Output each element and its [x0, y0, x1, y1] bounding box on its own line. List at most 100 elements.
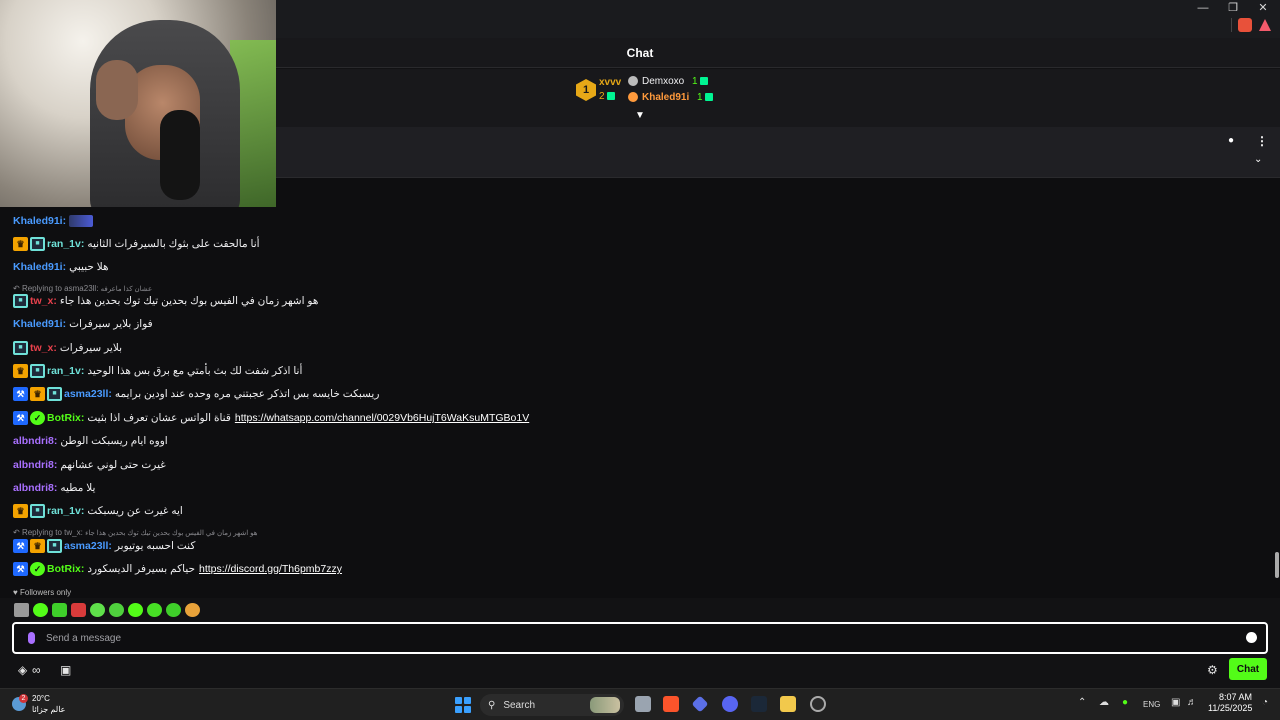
brave-browser-icon[interactable] [663, 696, 679, 712]
reply-context[interactable]: ↶ Replying to tw_x: هو اشهر زمان في الفي… [13, 528, 257, 537]
restore-icon[interactable]: ❐ [1218, 0, 1248, 16]
clock[interactable]: 8:07 AM 11/25/2025 [1208, 692, 1252, 714]
chat-message: ■ tw_x: هو اشهر زمان في الفيس بوك بحدين … [13, 293, 318, 309]
emote-icon[interactable] [90, 603, 105, 617]
pin-icon[interactable]: ● [1228, 135, 1234, 146]
infinity-icon[interactable]: ∞ [32, 663, 41, 677]
chat-message: albndri8: اووه ايام ريسبكت الوطن [13, 433, 168, 449]
username[interactable]: tw_x: [30, 295, 57, 307]
notification-icon[interactable]: ◔ [1262, 697, 1268, 708]
verified-badge-icon: ✓ [30, 562, 45, 576]
chat-title: Chat [626, 46, 654, 60]
emote-image [69, 215, 94, 227]
username[interactable]: albndri8: [13, 459, 57, 471]
crown-badge-icon: ♛ [30, 539, 45, 553]
username[interactable]: Khaled91i: [13, 261, 66, 273]
store-icon[interactable]: ▣ [60, 663, 71, 677]
emote-icon[interactable] [185, 603, 200, 617]
username[interactable]: albndri8: [13, 482, 57, 494]
chat-message: Khaled91i: فواز بلاير سيرفرات [13, 316, 153, 332]
username[interactable]: BotRix: [47, 563, 84, 575]
minimize-icon[interactable]: — [1188, 0, 1218, 16]
moderator-badge-icon: ⚒ [13, 387, 28, 401]
username[interactable]: asma23ll: [64, 388, 112, 400]
subscriber-badge-icon: ■ [13, 341, 28, 355]
username-text: tw_x [30, 342, 54, 354]
obs-icon[interactable] [810, 696, 826, 712]
chat-input[interactable] [46, 628, 1226, 648]
chevron-down-icon[interactable]: ⌄ [1254, 154, 1262, 165]
emote-picker-icon[interactable] [1246, 632, 1257, 643]
task-view-icon[interactable] [635, 696, 651, 712]
leaderboard-entry[interactable]: Demxoxo 1 [628, 76, 708, 87]
username[interactable]: tw_x: [30, 342, 57, 354]
network-icon[interactable]: ▣ [1171, 697, 1180, 708]
username-text: Khaled91i [13, 261, 63, 273]
steam-icon[interactable] [751, 696, 767, 712]
username[interactable]: albndri8: [13, 435, 57, 447]
emote-icon[interactable] [147, 603, 162, 617]
emote-icon[interactable] [128, 603, 143, 617]
gifter-rank-icon [628, 76, 638, 87]
weather-label: عالم جزائا [32, 705, 66, 714]
username[interactable]: ran_1v: [47, 365, 84, 377]
language-indicator[interactable]: ENG [1143, 700, 1160, 709]
emote-icon[interactable] [109, 603, 124, 617]
emote-icon[interactable] [14, 603, 29, 617]
brave-shield-icon[interactable] [1238, 18, 1252, 32]
gear-icon[interactable]: ⚙ [1207, 663, 1218, 677]
reply-icon: ↶ [13, 528, 20, 537]
volume-icon[interactable]: ♬ [1187, 697, 1197, 708]
weather-text: 20°C عالم جزائا [32, 693, 65, 715]
top-gifter-name[interactable]: xvvv [599, 77, 621, 88]
username-text: Khaled91i [13, 215, 63, 227]
message-link[interactable]: https://whatsapp.com/channel/0029Vb6HujT… [235, 412, 529, 424]
chat-message: Khaled91i: هلا حبيبي [13, 259, 109, 275]
username-text: ran_1v [47, 505, 81, 517]
collapse-leaderboard-icon[interactable]: ▼ [634, 111, 646, 121]
send-chat-button[interactable]: Chat [1229, 658, 1267, 680]
username[interactable]: ran_1v: [47, 238, 84, 250]
emote-icon[interactable] [71, 603, 86, 617]
microphone-tray-icon[interactable]: ● [1122, 697, 1128, 708]
username[interactable]: Khaled91i: [13, 215, 66, 227]
weather-widget[interactable]: 2 20°C عالم جزائا [12, 693, 65, 715]
emote-icon[interactable] [33, 603, 48, 617]
crown-badge-icon: ♛ [30, 387, 45, 401]
message-link[interactable]: https://discord.gg/Th6pmb7zzy [199, 563, 342, 575]
date: 11/25/2025 [1208, 703, 1253, 713]
username-text: albndri8 [13, 435, 54, 447]
message-text: بلاير سيرفرات [59, 342, 123, 354]
close-icon[interactable]: ✕ [1248, 0, 1278, 16]
chevron-up-icon[interactable]: ⌃ [1078, 697, 1086, 708]
gift-icon [606, 92, 615, 101]
verified-badge-icon: ✓ [30, 411, 45, 425]
followers-only-label: Followers only [19, 588, 72, 597]
chat-footer [0, 656, 1280, 686]
message-text: ريسبكت خايسه بس اتذكر عجبتني مره وحده عن… [114, 388, 380, 400]
username[interactable]: Khaled91i: [13, 318, 66, 330]
username[interactable]: asma23ll: [64, 540, 112, 552]
username[interactable]: BotRix: [47, 412, 84, 424]
emote-icon[interactable] [52, 603, 67, 617]
message-text: اووه ايام ريسبكت الوطن [60, 435, 168, 447]
gift-icon [699, 77, 708, 86]
username-text: ran_1v [47, 365, 81, 377]
reply-context[interactable]: ↶ Replying to asma23ll: عشان كذا ماعرفه [13, 284, 152, 293]
more-options-icon[interactable]: ⋮ [1256, 134, 1268, 148]
taskbar-search[interactable]: ⚲ Search [480, 694, 624, 716]
webcam-overlay [0, 0, 276, 207]
moderator-badge-icon: ⚒ [13, 562, 28, 576]
emote-icon[interactable] [166, 603, 181, 617]
leaderboard-entry[interactable]: Khaled91i 1 [628, 92, 713, 103]
subscriber-badge-icon: ■ [30, 504, 45, 518]
cloud-icon[interactable]: ☁ [1099, 697, 1109, 708]
username[interactable]: ran_1v: [47, 505, 84, 517]
discord-icon[interactable] [722, 696, 738, 712]
file-explorer-icon[interactable] [780, 696, 796, 712]
share-icon[interactable]: ◈ [18, 663, 27, 677]
brave-rewards-icon[interactable] [1259, 19, 1271, 31]
microphone-icon[interactable] [28, 632, 35, 644]
windows-start-icon[interactable] [455, 697, 471, 713]
chat-scrollbar[interactable] [1275, 552, 1279, 578]
